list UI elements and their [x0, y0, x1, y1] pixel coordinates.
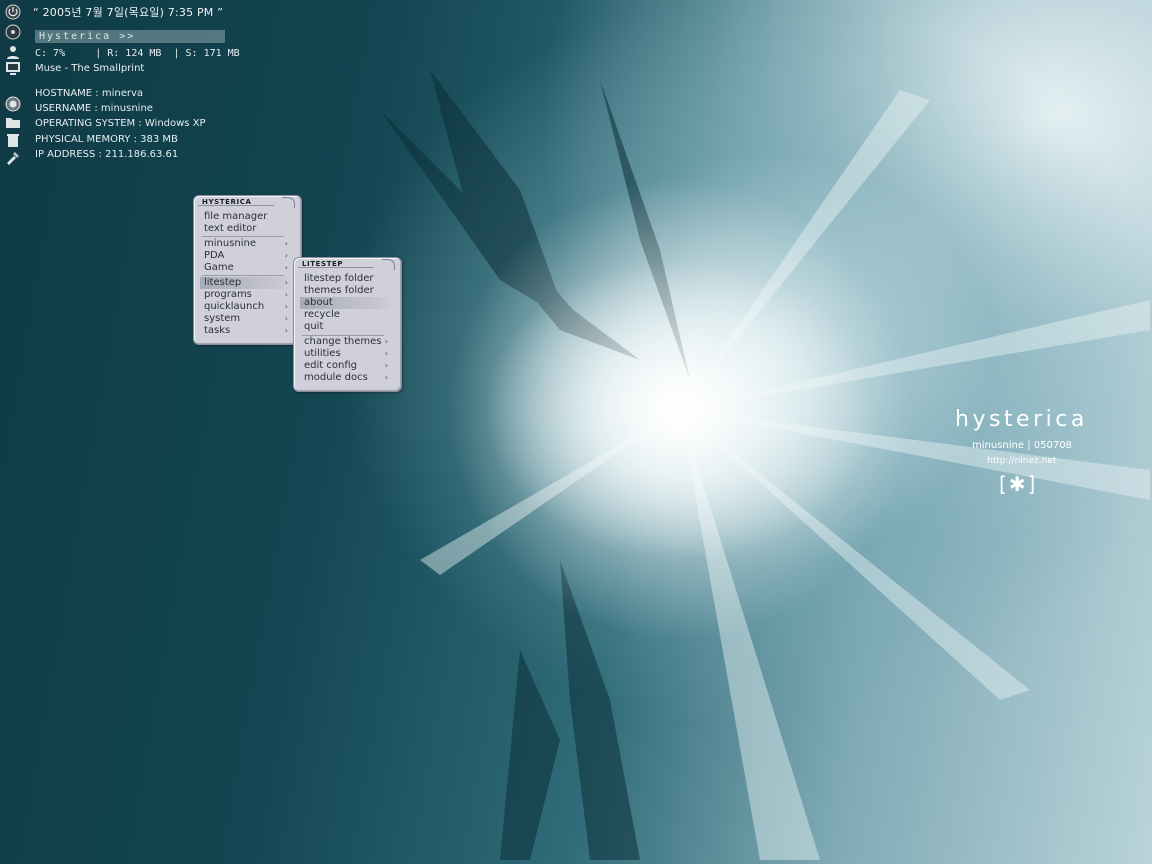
system-info: HOSTNAME : minerva USERNAME : minusnine …: [35, 86, 206, 162]
submenu-arrow-icon: ›: [284, 290, 288, 299]
folder-icon[interactable]: [4, 114, 22, 130]
submenu-arrow-icon: ›: [284, 263, 288, 272]
menu-title-divider: [198, 205, 274, 206]
menu-item-minusnine[interactable]: minusnine ›: [200, 238, 292, 250]
brand-title: hysterica: [955, 407, 1088, 432]
menu-item-label: file manager: [204, 211, 268, 222]
menu-item-edit-config[interactable]: edit config ›: [300, 360, 392, 372]
physical-memory: PHYSICAL MEMORY : 383 MB: [35, 133, 178, 145]
menu-title-divider: [298, 267, 374, 268]
power-icon[interactable]: [4, 4, 22, 20]
menu-item-label: change themes: [304, 336, 382, 347]
menu-item-file-manager[interactable]: file manager: [200, 211, 292, 223]
menu-item-litestep[interactable]: litestep ›: [200, 277, 292, 289]
recycle-icon[interactable]: [4, 132, 22, 148]
menu-item-label: about: [304, 297, 333, 308]
submenu-arrow-icon: ›: [284, 251, 288, 260]
menu-item-label: module docs: [304, 372, 368, 383]
submenu-arrow-icon: ›: [284, 314, 288, 323]
submenu-arrow-icon: ›: [384, 373, 388, 382]
submenu-arrow-icon: ›: [384, 361, 388, 370]
menu-item-about[interactable]: about: [300, 297, 392, 309]
menu-item-label: litestep folder: [304, 273, 374, 284]
brand-author: minusnine | 050708: [972, 440, 1072, 451]
menu-item-programs[interactable]: programs ›: [200, 289, 292, 301]
submenu-arrow-icon: ›: [284, 326, 288, 335]
tools-icon[interactable]: [4, 150, 22, 166]
operating-system: OPERATING SYSTEM : Windows XP: [35, 118, 206, 130]
user-icon[interactable]: [4, 44, 22, 60]
menu-item-label: quit: [304, 321, 324, 332]
submenu-arrow-icon: ›: [284, 302, 288, 311]
submenu-arrow-icon: ›: [384, 337, 388, 346]
menu-hysterica: HYSTERICA file manager text editor minus…: [193, 195, 302, 345]
menu-corner-curl: [282, 197, 295, 208]
now-playing[interactable]: Muse - The Smallprint: [35, 63, 144, 74]
menu-litestep: LITESTEP litestep folder themes folder a…: [293, 257, 402, 392]
submenu-arrow-icon: ›: [284, 278, 288, 287]
menu-item-pda[interactable]: PDA ›: [200, 250, 292, 262]
menu-item-utilities[interactable]: utilities ›: [300, 348, 392, 360]
menu-item-label: Game: [204, 262, 234, 273]
menu-item-label: minusnine: [204, 238, 257, 249]
menu-item-label: utilities: [304, 348, 341, 359]
run-box[interactable]: Hysterica >>: [35, 30, 225, 43]
menu-item-text-editor[interactable]: text editor: [200, 223, 292, 235]
firefox-icon[interactable]: [4, 96, 22, 112]
menu-item-label: system: [204, 313, 241, 324]
username: USERNAME : minusnine: [35, 103, 153, 115]
menu-item-themes-folder[interactable]: themes folder: [300, 285, 392, 297]
menu-item-game[interactable]: Game ›: [200, 262, 292, 274]
menu-item-label: tasks: [204, 325, 231, 336]
menu-item-label: quicklaunch: [204, 301, 265, 312]
clock: “ 2005년 7월 7일(목요일) 7:35 PM ”: [33, 6, 224, 19]
menu-corner-curl: [382, 259, 395, 270]
ip-address: IP ADDRESS : 211.186.63.61: [35, 148, 179, 160]
menu-item-recycle[interactable]: recycle: [300, 309, 392, 321]
menu-item-litestep-folder[interactable]: litestep folder: [300, 273, 392, 285]
menu-separator: [202, 275, 284, 276]
menu-item-tasks[interactable]: tasks ›: [200, 325, 292, 337]
menu-item-module-docs[interactable]: module docs ›: [300, 372, 392, 384]
resource-stats: C: 7% | R: 124 MB | S: 171 MB: [35, 48, 240, 59]
menu-item-label: programs: [204, 289, 252, 300]
menu-item-quit[interactable]: quit: [300, 321, 392, 333]
menu-item-label: PDA: [204, 250, 225, 261]
menu-item-label: recycle: [304, 309, 340, 320]
menu-item-quicklaunch[interactable]: quicklaunch ›: [200, 301, 292, 313]
menu-item-label: text editor: [204, 223, 257, 234]
menu-separator: [202, 236, 284, 237]
submenu-arrow-icon: ›: [384, 349, 388, 358]
menu-item-label: edit config: [304, 360, 357, 371]
disc-icon[interactable]: [4, 24, 22, 40]
hostname: HOSTNAME : minerva: [35, 88, 144, 99]
brand-url: http://ninez.net: [987, 456, 1057, 466]
brand-logo: [✱]: [999, 472, 1038, 496]
monitor-icon[interactable]: [4, 60, 22, 76]
menu-item-change-themes[interactable]: change themes ›: [300, 336, 392, 348]
desktop: { "clock": { "datetime": "\u201c 2005\ub…: [0, 0, 1152, 864]
submenu-arrow-icon: ›: [284, 239, 288, 248]
menu-item-system[interactable]: system ›: [200, 313, 292, 325]
menu-item-label: litestep: [204, 277, 242, 288]
menu-item-label: themes folder: [304, 285, 374, 296]
